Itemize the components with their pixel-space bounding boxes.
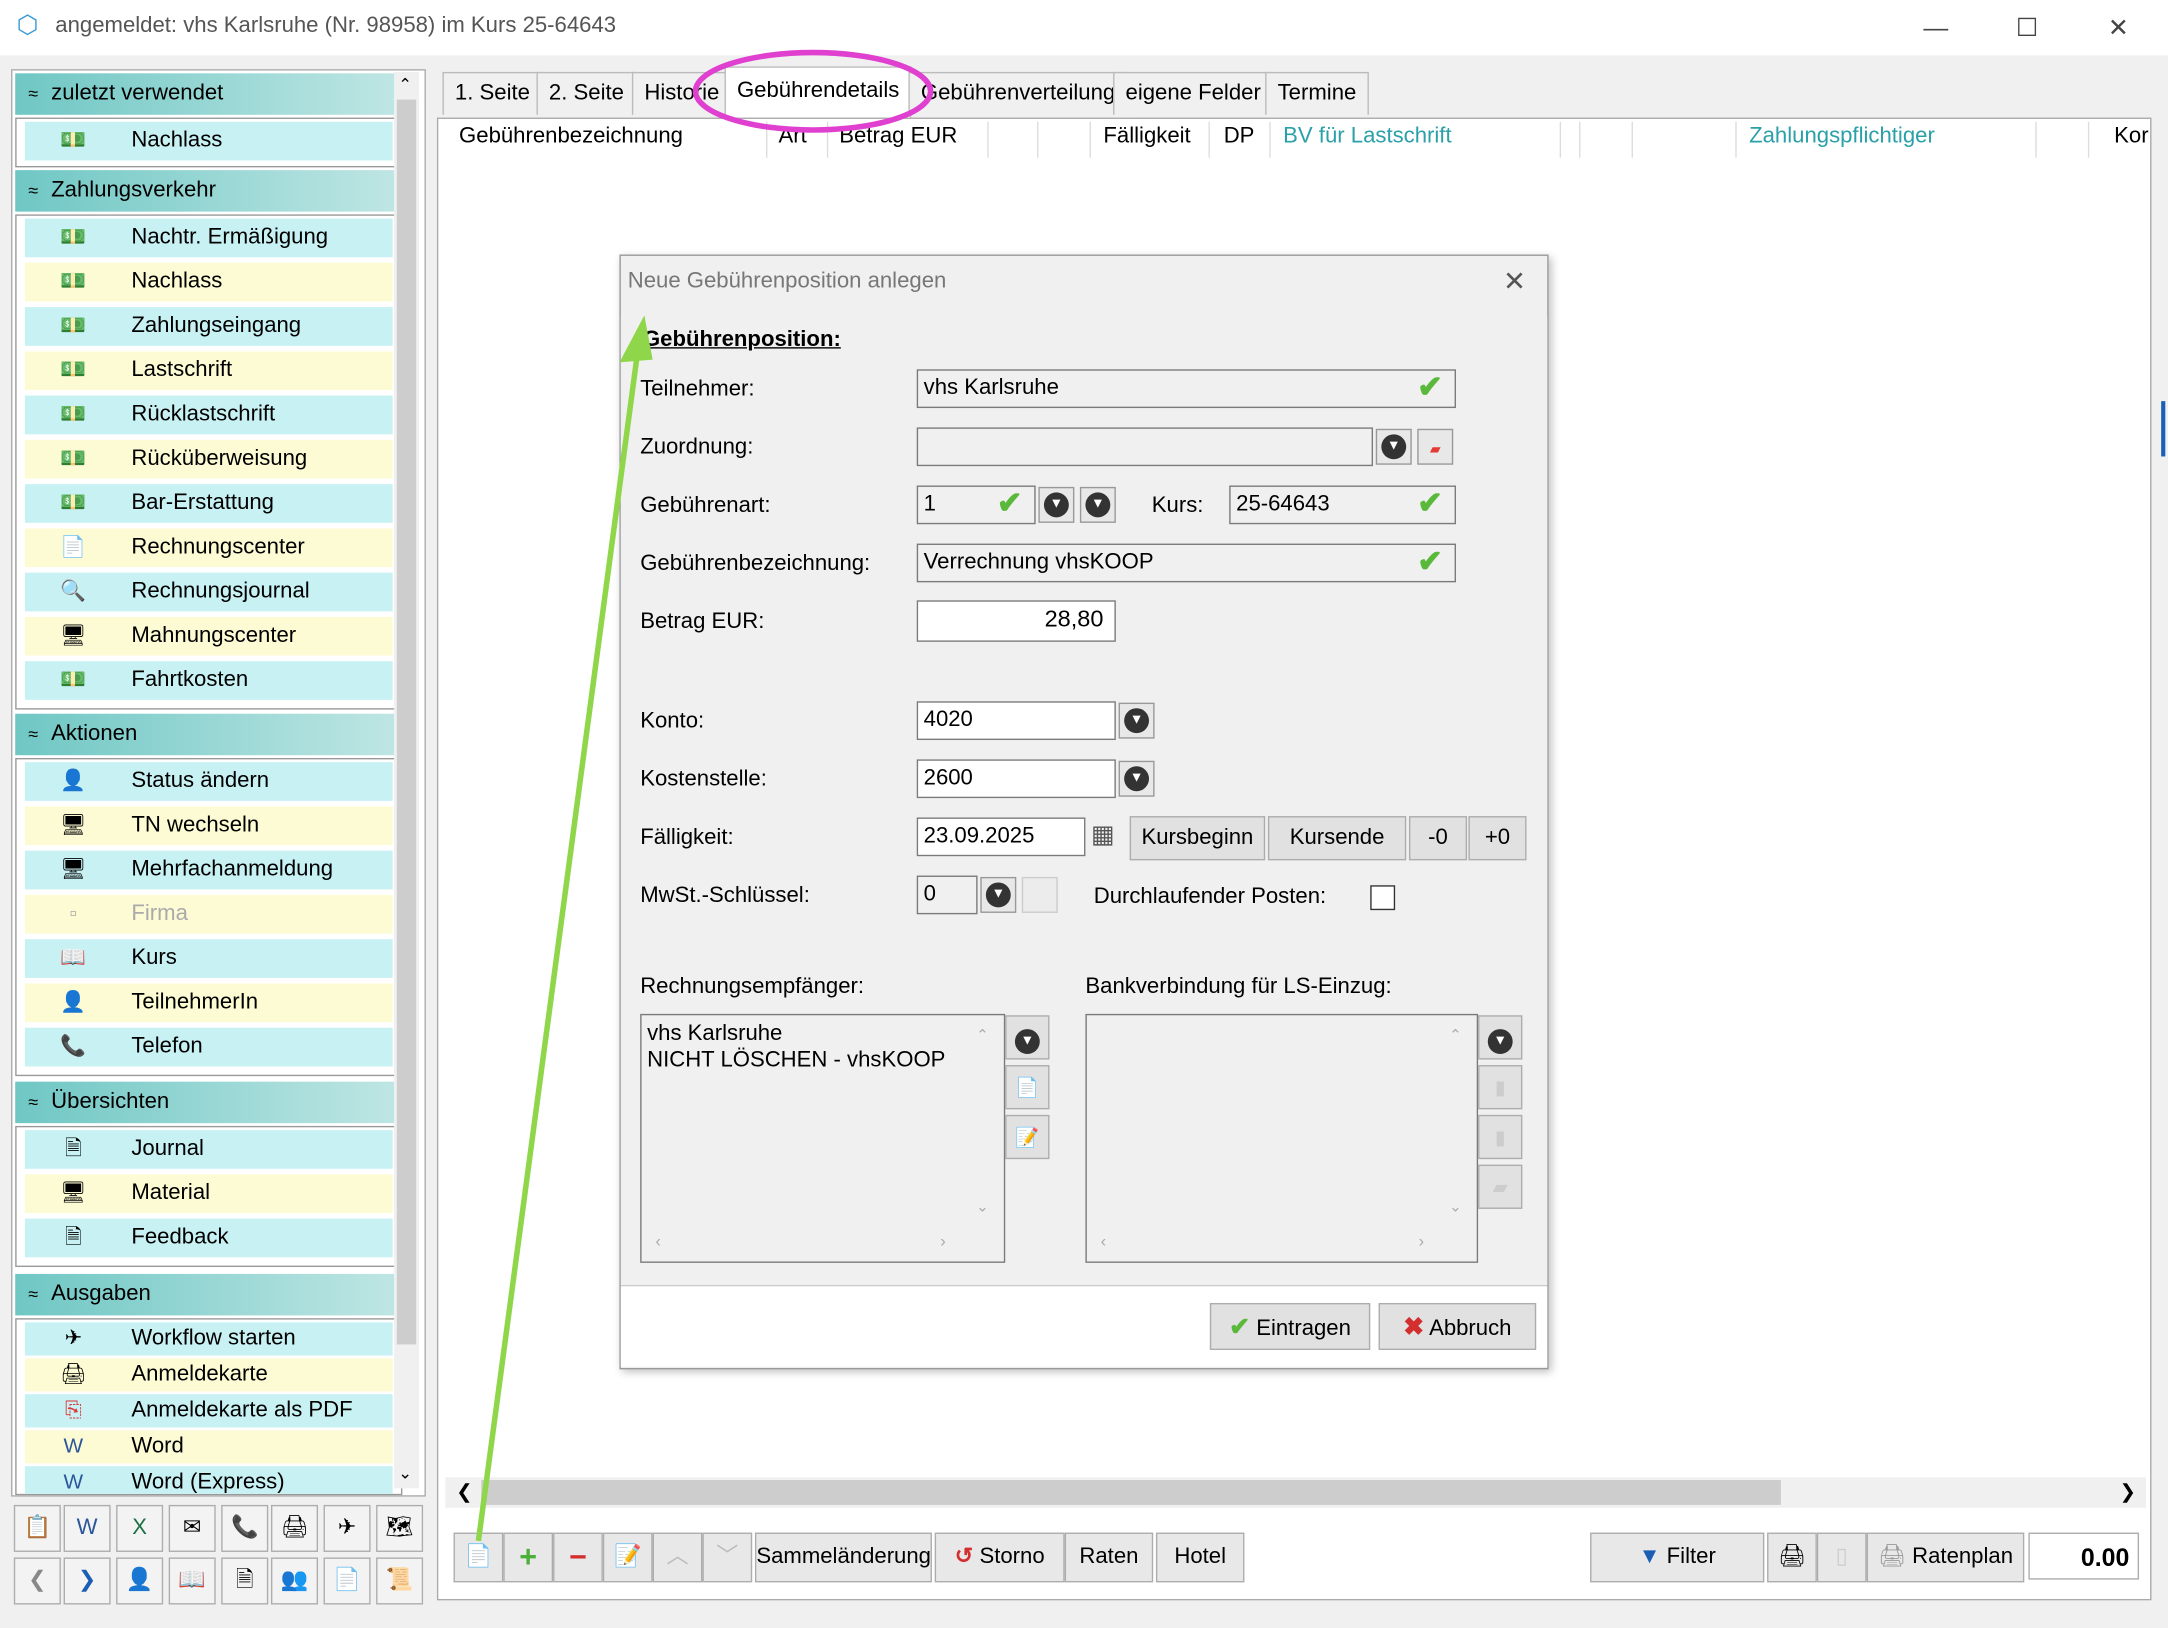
tab-highlight-circle: [692, 49, 934, 133]
annotation-arrow-head: [619, 315, 653, 363]
annotation-overlay: [475, 49, 934, 1542]
annotation-arrow-line: [475, 342, 642, 1542]
